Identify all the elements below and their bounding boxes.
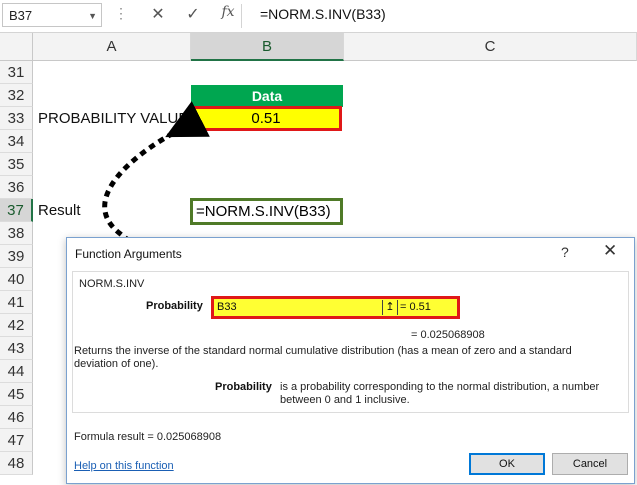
help-link[interactable]: Help on this function — [74, 460, 174, 472]
parameter-description: is a probability corresponding to the no… — [280, 381, 600, 406]
probability-input-value: B33 — [217, 301, 237, 313]
collapse-dialog-icon[interactable]: ↥ — [382, 300, 398, 315]
formula-result: Formula result = 0.025068908 — [74, 431, 222, 443]
dialog-title: Function Arguments — [75, 247, 182, 261]
help-icon[interactable]: ? — [561, 244, 569, 260]
function-description: Returns the inverse of the standard norm… — [74, 345, 572, 370]
function-result-value: = 0.025068908 — [411, 329, 485, 341]
argument-result: = 0.51 — [400, 301, 431, 313]
parameter-name: Probability — [215, 381, 272, 393]
function-arguments-dialog: Function Arguments ? ✕ NORM.S.INV Probab… — [66, 237, 635, 484]
probability-label: Probability — [146, 300, 203, 312]
ok-button[interactable]: OK — [469, 453, 545, 475]
cancel-button[interactable]: Cancel — [552, 453, 628, 475]
function-name: NORM.S.INV — [79, 278, 145, 290]
probability-input[interactable]: B33 ↥ = 0.51 — [211, 296, 460, 319]
close-icon[interactable]: ✕ — [603, 241, 617, 261]
